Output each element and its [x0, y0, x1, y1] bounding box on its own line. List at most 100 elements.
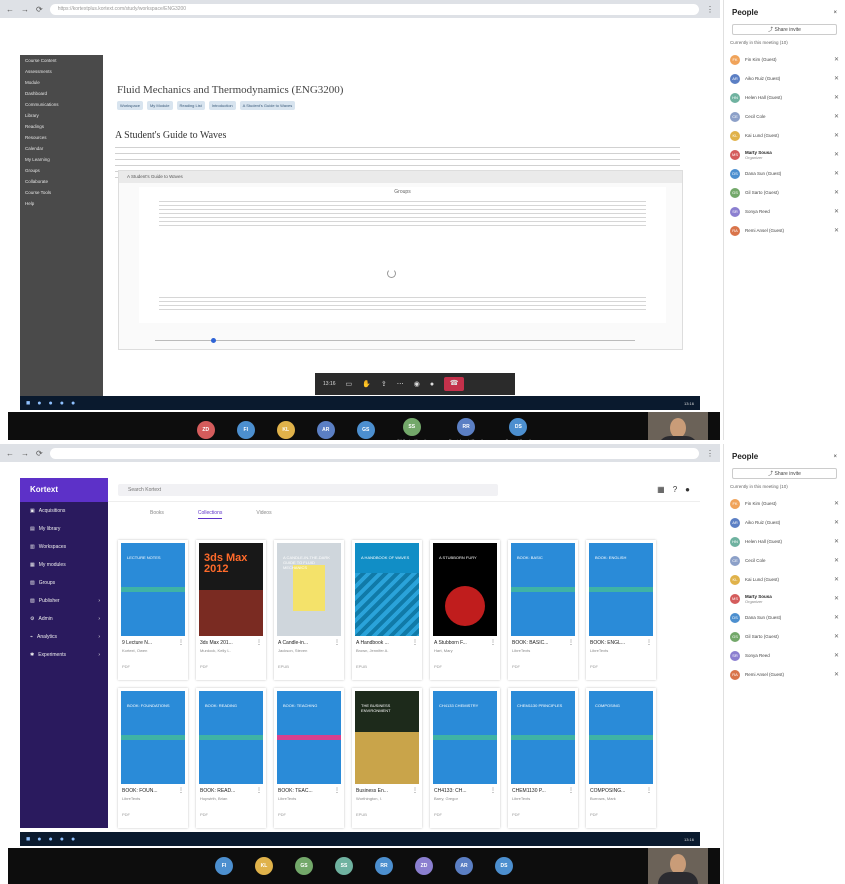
participant-row[interactable]: DS Dana Sun (Guest) ✕: [724, 164, 845, 183]
nav-item[interactable]: ▤ My library: [20, 520, 108, 538]
participant-tile[interactable]: SS Gil Sarto (Guest): [397, 417, 427, 440]
breadcrumb-pill[interactable]: Reading List: [176, 101, 205, 110]
participant-row[interactable]: KL Kai Lund (Guest) ✕: [724, 126, 845, 145]
participant-tile[interactable]: AR: [455, 857, 473, 875]
nav-item[interactable]: ▣ Acquisitions: [20, 502, 108, 520]
participant-row[interactable]: SR Sonya Reed ✕: [724, 646, 845, 665]
more-options-icon[interactable]: ⋮: [646, 639, 652, 646]
more-options-icon[interactable]: ⋮: [568, 787, 574, 794]
back-icon[interactable]: ←: [6, 449, 14, 458]
sidebar-item[interactable]: Resources: [20, 132, 103, 143]
participant-tile[interactable]: ZD: [415, 857, 433, 875]
account-icon[interactable]: ●: [685, 485, 690, 494]
book-card[interactable]: A STUBBORN FURY A Stubborn F... Hart, Mary…: [430, 540, 500, 680]
help-icon[interactable]: ?: [673, 485, 677, 494]
taskbar-app-icon[interactable]: ●: [60, 836, 64, 843]
menu-icon[interactable]: ⋮: [706, 5, 714, 14]
participant-row[interactable]: KL Kai Lund (Guest) ✕: [724, 570, 845, 589]
participant-tile[interactable]: GS: [295, 857, 313, 875]
participant-row[interactable]: HN Helen Hall (Guest) ✕: [724, 532, 845, 551]
sidebar-item[interactable]: Communications: [20, 99, 103, 110]
participant-tile[interactable]: RR Remi Ansel (Guest): [449, 417, 483, 440]
reload-icon[interactable]: ⟳: [36, 5, 43, 14]
participant-row[interactable]: AR Aiko Ruiz (Guest) ✕: [724, 513, 845, 532]
book-card[interactable]: A HANDBOOK OF WAVES A Handbook ... Brown, …: [352, 540, 422, 680]
more-options-icon[interactable]: ⋮: [256, 639, 262, 646]
participant-row[interactable]: MS Marty Sousa Organizer ✕: [724, 589, 845, 608]
close-icon[interactable]: ×: [833, 454, 837, 460]
nav-item[interactable]: ▦ My modules: [20, 556, 108, 574]
nav-item[interactable]: ⌁ Analytics ›: [20, 628, 108, 646]
participant-row[interactable]: HN Helen Hall (Guest) ✕: [724, 88, 845, 107]
participant-tile[interactable]: DS: [495, 857, 513, 875]
participant-row[interactable]: RA Remi Ansel (Guest) ✕: [724, 665, 845, 684]
sidebar-item[interactable]: Calendar: [20, 143, 103, 154]
taskbar-app-icon[interactable]: ●: [71, 400, 75, 407]
forward-icon[interactable]: →: [21, 449, 29, 458]
sidebar-item[interactable]: Course Tools: [20, 187, 103, 198]
taskbar-app-icon[interactable]: ●: [48, 836, 52, 843]
nav-item[interactable]: ▧ Groups: [20, 574, 108, 592]
participant-tile[interactable]: KL: [255, 857, 273, 875]
participant-tile[interactable]: RR: [375, 857, 393, 875]
taskbar-app-icon[interactable]: ●: [48, 400, 52, 407]
more-options-icon[interactable]: ⋮: [412, 639, 418, 646]
book-card[interactable]: BOOK: BASIC BOOK: BASIC... LibreTexts PDF ⋮: [508, 540, 578, 680]
book-card[interactable]: BOOK: ENGLISH BOOK: ENGL... LibreTexts PDF ⋮: [586, 540, 656, 680]
participant-row[interactable]: CE Cecil Cole ✕: [724, 107, 845, 126]
participant-tile[interactable]: FI: [215, 857, 233, 875]
participant-tile[interactable]: FI: [236, 421, 255, 439]
book-card[interactable]: BOOK: FOUNDATIONS BOOK: FOUN... LibreTexts…: [118, 688, 188, 828]
sidebar-item[interactable]: Help: [20, 198, 103, 209]
participant-tile[interactable]: SS: [335, 857, 353, 875]
participant-row[interactable]: SR Sonya Reed ✕: [724, 202, 845, 221]
participant-row[interactable]: FK Fin Kim (Guest) ✕: [724, 494, 845, 513]
back-icon[interactable]: ←: [6, 5, 14, 14]
more-options-icon[interactable]: ⋮: [178, 787, 184, 794]
reload-icon[interactable]: ⟳: [36, 449, 43, 458]
document-page[interactable]: Groups: [139, 187, 666, 323]
sidebar-item[interactable]: Assessments: [20, 66, 103, 77]
participant-row[interactable]: AR Aiko Ruiz (Guest) ✕: [724, 69, 845, 88]
raise-hand-icon[interactable]: ✋: [362, 380, 371, 388]
sidebar-item[interactable]: Dashboard: [20, 88, 103, 99]
nav-item[interactable]: ⚙ Admin ›: [20, 610, 108, 628]
sidebar-item[interactable]: Module: [20, 77, 103, 88]
menu-icon[interactable]: ⋮: [706, 449, 714, 458]
taskbar-app-icon[interactable]: ●: [60, 400, 64, 407]
camera-icon[interactable]: ◉: [414, 380, 420, 388]
participant-row[interactable]: GS Gil Sarto (Guest) ✕: [724, 183, 845, 202]
share-invite-button[interactable]: ⤴ Share invite: [732, 468, 837, 479]
microphone-icon[interactable]: ●: [430, 381, 434, 388]
book-card[interactable]: CH4133 CHEMISTRY CH4133: CH... Barry, Greg…: [430, 688, 500, 828]
participant-row[interactable]: RA Remi Ansel (Guest) ✕: [724, 221, 845, 240]
sidebar-item[interactable]: Collaborate: [20, 176, 103, 187]
book-card[interactable]: 3ds Max 2012 3ds Max 201... Murdock, Kelly…: [196, 540, 266, 680]
nav-item[interactable]: ▨ Publisher ›: [20, 592, 108, 610]
sidebar-item[interactable]: My Learning: [20, 154, 103, 165]
grid-icon[interactable]: ▦: [657, 485, 665, 494]
hang-up-button[interactable]: ☎: [444, 377, 465, 391]
tab-books[interactable]: Books: [150, 510, 164, 519]
book-card[interactable]: BOOK: TEACHING BOOK: TEAC... LibreTexts PDF…: [274, 688, 344, 828]
more-options-icon[interactable]: ⋮: [256, 787, 262, 794]
forward-icon[interactable]: →: [21, 5, 29, 14]
more-options-icon[interactable]: ⋮: [568, 639, 574, 646]
participant-row[interactable]: FK Fin Kim (Guest) ✕: [724, 50, 845, 69]
close-icon[interactable]: ×: [833, 10, 837, 16]
more-options-icon[interactable]: ⋮: [178, 639, 184, 646]
more-options-icon[interactable]: ⋯: [397, 380, 404, 388]
participant-tile[interactable]: ZD: [196, 421, 215, 439]
book-card[interactable]: COMPOSING COMPOSING... Burrows, Mark PDF ⋮: [586, 688, 656, 828]
sidebar-item[interactable]: Readings: [20, 121, 103, 132]
sidebar-item[interactable]: Course Content: [20, 55, 103, 66]
breadcrumb-pill[interactable]: My Module: [146, 101, 173, 110]
address-bar[interactable]: https://kortextplus.kortext.com/study/wo…: [49, 3, 699, 15]
participant-tile[interactable]: DS Sonya (Guest): [505, 417, 531, 440]
book-card[interactable]: CHEM1130 PRINCIPLES CHEM1130 P... LibreTex…: [508, 688, 578, 828]
breadcrumb-pill[interactable]: A Student's Guide to Waves: [239, 101, 296, 110]
breadcrumb-pill[interactable]: Introduction: [208, 101, 236, 110]
sidebar-item[interactable]: Library: [20, 110, 103, 121]
more-options-icon[interactable]: ⋮: [646, 787, 652, 794]
sidebar-item[interactable]: Groups: [20, 165, 103, 176]
